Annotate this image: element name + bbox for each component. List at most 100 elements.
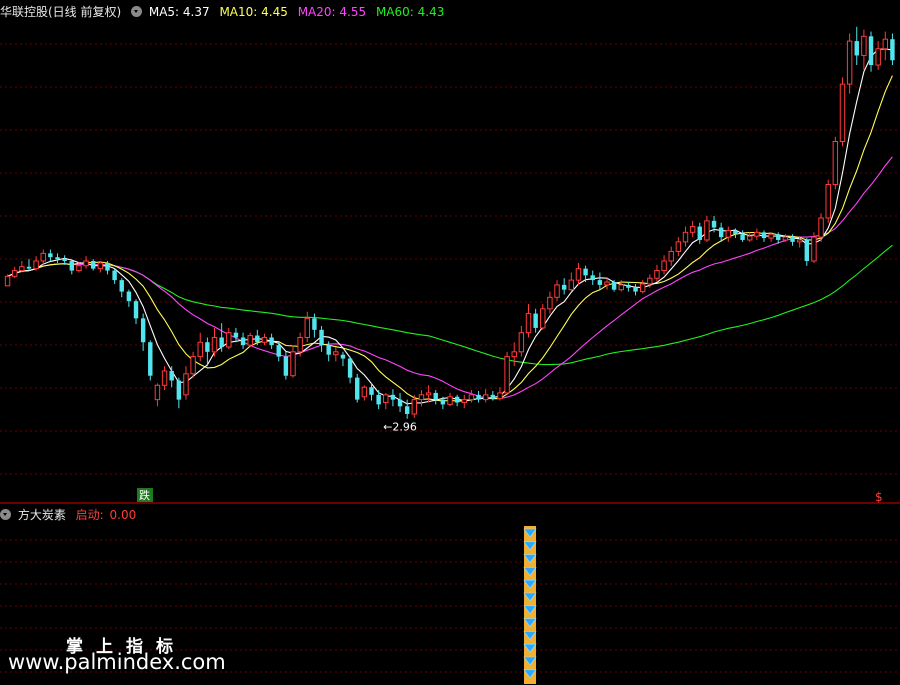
candle-body bbox=[796, 239, 803, 243]
candle-body bbox=[226, 332, 232, 348]
candle-body bbox=[718, 227, 724, 238]
candle-down bbox=[854, 26, 859, 66]
candle-body bbox=[740, 234, 745, 240]
candle-up bbox=[447, 392, 453, 407]
candle-body bbox=[504, 356, 510, 394]
candle-down bbox=[433, 390, 438, 405]
candle-body bbox=[626, 284, 631, 288]
indicator-value: 0.00 bbox=[109, 508, 137, 522]
candle-body bbox=[654, 270, 660, 279]
candle-up bbox=[832, 136, 839, 190]
candle-body bbox=[454, 396, 460, 403]
candle-up bbox=[682, 226, 689, 247]
candle-body bbox=[882, 38, 889, 50]
candle-up bbox=[482, 389, 489, 403]
candle-body bbox=[112, 270, 117, 281]
candle-body bbox=[861, 35, 867, 56]
candle-body bbox=[11, 270, 18, 277]
candle-body bbox=[411, 399, 418, 415]
candle-down bbox=[90, 259, 96, 271]
candle-body bbox=[255, 335, 260, 343]
candle-body bbox=[618, 284, 624, 291]
candle-body bbox=[390, 394, 396, 400]
candle-body bbox=[790, 237, 795, 242]
fall-marker: 跌 bbox=[139, 488, 150, 502]
ma20-value: MA20: 4.55 bbox=[297, 5, 367, 19]
candle-up bbox=[4, 274, 11, 287]
candle-up bbox=[97, 261, 104, 273]
candle-down bbox=[761, 230, 767, 242]
stock-chart[interactable]: ←2.96 跌 $ bbox=[0, 0, 900, 685]
candle-down bbox=[276, 342, 281, 362]
candle-up bbox=[247, 332, 253, 348]
candle-body bbox=[283, 356, 289, 376]
candle-body bbox=[597, 280, 603, 285]
candle-body bbox=[126, 291, 132, 302]
settings-toggle-icon[interactable] bbox=[131, 6, 143, 17]
candle-body bbox=[26, 266, 32, 269]
candle-body bbox=[639, 283, 646, 293]
candle-up bbox=[661, 255, 667, 275]
candle-body bbox=[661, 260, 667, 272]
candle-body bbox=[611, 282, 617, 290]
candle-down bbox=[269, 333, 274, 349]
candle-up bbox=[547, 291, 553, 314]
candle-body bbox=[568, 279, 575, 291]
candle-body bbox=[525, 313, 532, 334]
candle-down bbox=[626, 282, 631, 292]
ma10-value: MA10: 4.45 bbox=[219, 5, 288, 19]
candle-up bbox=[540, 304, 546, 330]
candle-body bbox=[19, 266, 25, 272]
candle-down bbox=[112, 268, 117, 284]
candle-body bbox=[76, 265, 82, 272]
candle-up bbox=[154, 383, 161, 407]
candle-body bbox=[148, 342, 153, 376]
candle-body bbox=[604, 281, 610, 286]
candle-up bbox=[639, 280, 646, 294]
indicator-toggle-icon[interactable] bbox=[0, 509, 11, 520]
candle-down bbox=[233, 327, 239, 343]
candle-body bbox=[176, 380, 182, 400]
candle-body bbox=[633, 287, 638, 292]
candle-body bbox=[369, 387, 374, 395]
candle-body bbox=[447, 396, 453, 405]
candle-body bbox=[725, 229, 732, 238]
candle-up bbox=[746, 232, 753, 242]
candle-body bbox=[682, 231, 689, 243]
candle-down bbox=[319, 326, 324, 352]
candle-body bbox=[782, 236, 789, 241]
candle-down bbox=[340, 351, 346, 367]
candle-down bbox=[355, 373, 360, 403]
candle-body bbox=[561, 284, 567, 290]
candle-down bbox=[890, 33, 895, 66]
candle-body bbox=[397, 399, 403, 407]
candle-up bbox=[304, 311, 310, 343]
candle-down bbox=[148, 340, 153, 381]
candle-up bbox=[161, 366, 168, 391]
candle-body bbox=[355, 377, 360, 400]
candle-body bbox=[55, 257, 60, 260]
candle-body bbox=[312, 318, 317, 330]
indicator-label: 启动: bbox=[75, 508, 104, 522]
candle-body bbox=[533, 313, 538, 328]
candle-down bbox=[69, 259, 75, 275]
candle-body bbox=[211, 336, 218, 353]
candle-body bbox=[197, 341, 203, 358]
candle-body bbox=[40, 252, 46, 262]
candle-body bbox=[875, 48, 881, 66]
candle-body bbox=[4, 275, 11, 287]
candle-up bbox=[725, 226, 732, 242]
candle-body bbox=[476, 394, 481, 400]
candle-body bbox=[832, 141, 839, 186]
candle-up bbox=[704, 216, 710, 242]
candle-body bbox=[575, 268, 582, 281]
candle-up bbox=[190, 351, 196, 378]
candle-body bbox=[818, 217, 824, 238]
candle-body bbox=[583, 268, 588, 276]
stock-name: 华联控股(日线 前复权) bbox=[0, 5, 122, 19]
ma60-line bbox=[7, 244, 893, 366]
candle-body bbox=[761, 232, 767, 239]
candle-down bbox=[740, 230, 745, 242]
indicator-panel bbox=[523, 526, 537, 684]
candle-body bbox=[62, 259, 67, 261]
